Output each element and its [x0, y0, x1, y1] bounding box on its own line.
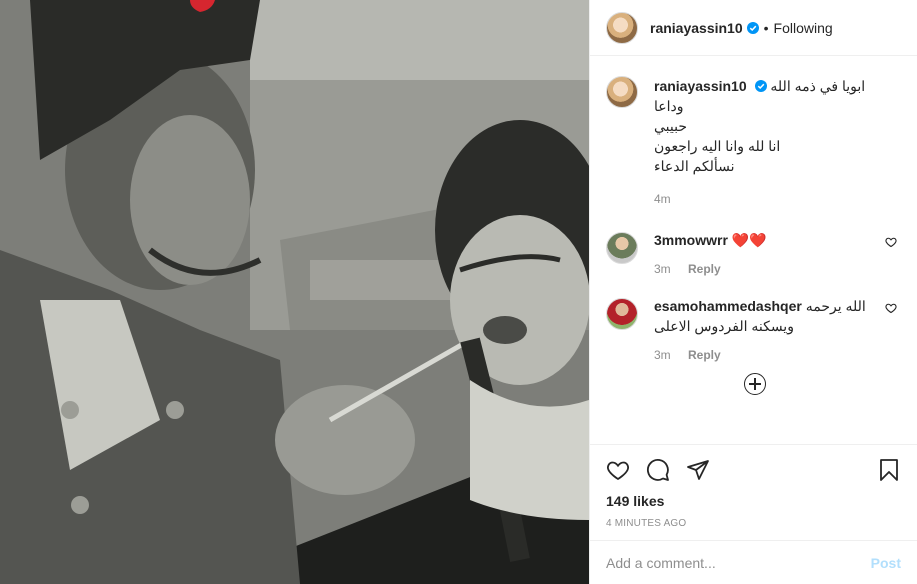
commenter-avatar[interactable] [606, 232, 638, 264]
reply-button[interactable]: Reply [688, 262, 721, 276]
caption: raniayassin10 ابويا في ذمه الله وداعا حب… [590, 56, 917, 206]
post-photo[interactable] [0, 0, 589, 584]
comment-input[interactable] [606, 554, 871, 571]
reply-button[interactable]: Reply [688, 348, 721, 362]
separator-dot: • [763, 19, 769, 36]
caption-username[interactable]: raniayassin10 [654, 78, 747, 94]
post-timestamp[interactable]: 4 MINUTES AGO [606, 518, 901, 529]
like-comment-heart-icon[interactable] [885, 302, 897, 314]
post-comment-button[interactable]: Post [871, 555, 901, 571]
following-button[interactable]: Following [774, 20, 833, 36]
comment-item: esamohammedashqer الله يرحمه ويسكنه الفر… [590, 276, 917, 362]
post-viewer: raniayassin10 • Following raniayassin10 [0, 0, 917, 584]
post-header: raniayassin10 • Following [590, 0, 917, 56]
comment-icon[interactable] [646, 458, 670, 482]
post-actions: 149 likes 4 MINUTES AGO [590, 444, 917, 540]
comment-item: 3mmowwrr ❤️❤️ 3m Reply [590, 206, 917, 276]
comment-time[interactable]: 3m [654, 348, 671, 362]
comments-list: raniayassin10 ابويا في ذمه الله وداعا حب… [590, 56, 917, 444]
post-sidebar: raniayassin10 • Following raniayassin10 [589, 0, 917, 584]
comment-text: ❤️❤️ [731, 232, 767, 248]
caption-time[interactable]: 4m [654, 192, 671, 206]
heart-icon[interactable] [606, 458, 630, 482]
share-icon[interactable] [686, 458, 710, 482]
author-username[interactable]: raniayassin10 [650, 20, 743, 36]
bookmark-icon[interactable] [877, 458, 901, 482]
verified-badge-icon [746, 21, 759, 34]
likes-count[interactable]: 149 likes [606, 493, 901, 509]
comment-time[interactable]: 3m [654, 262, 671, 276]
verified-badge-icon [754, 80, 767, 92]
caption-line: حبيبي [654, 118, 687, 134]
author-avatar[interactable] [606, 11, 638, 44]
commenter-username[interactable]: esamohammedashqer [654, 298, 802, 314]
commenter-avatar[interactable] [606, 298, 638, 330]
photo-illustration [0, 0, 589, 584]
commenter-username[interactable]: 3mmowwrr [654, 232, 728, 248]
load-more-icon[interactable] [744, 373, 766, 395]
caption-avatar[interactable] [606, 76, 638, 108]
comment-text: الله يرحمه [805, 298, 866, 314]
add-comment-bar: Post [590, 540, 917, 584]
caption-line: نسألكم الدعاء [654, 158, 735, 174]
comment-text-line: ويسكنه الفردوس الاعلى [654, 318, 794, 334]
like-comment-heart-icon[interactable] [885, 236, 897, 248]
caption-line: انا لله وانا اليه راجعون [654, 138, 781, 154]
